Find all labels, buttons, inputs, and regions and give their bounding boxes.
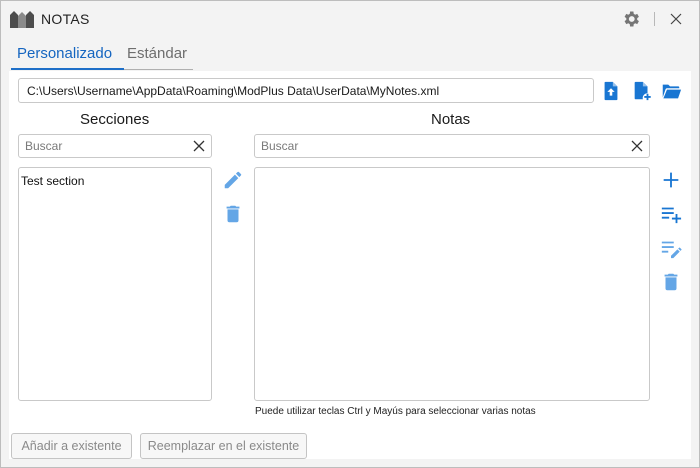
new-file-icon — [634, 81, 651, 101]
edit-list-icon — [661, 241, 682, 259]
sections-search-box — [18, 134, 212, 158]
edit-section-button[interactable] — [222, 169, 244, 191]
notes-window: NOTAS Personalizado Estándar C:\Users\Us… — [0, 0, 700, 468]
notes-list[interactable] — [254, 167, 650, 401]
active-tab-indicator — [11, 68, 124, 70]
upload-file-button[interactable] — [600, 80, 622, 102]
section-list-item[interactable]: Test section — [19, 168, 211, 194]
tab-divider — [124, 69, 193, 70]
title-bar: NOTAS — [1, 1, 699, 37]
file-path-field[interactable]: C:\Users\Username\AppData\Roaming\ModPlu… — [18, 78, 594, 103]
delete-note-button[interactable] — [660, 271, 682, 293]
multi-select-hint: Puede utilizar teclas Ctrl y Mayús para … — [255, 406, 536, 417]
delete-section-button[interactable] — [222, 203, 244, 225]
window-title: NOTAS — [41, 11, 90, 27]
gear-icon[interactable] — [621, 9, 641, 29]
replace-existing-button[interactable]: Reemplazar en el existente — [140, 433, 307, 459]
sections-search-input[interactable] — [19, 135, 211, 157]
new-file-button[interactable] — [631, 80, 653, 102]
add-to-existing-button[interactable]: Añadir a existente — [11, 433, 132, 459]
close-icon[interactable] — [667, 10, 685, 28]
add-note-button[interactable] — [660, 169, 682, 191]
upload-file-icon — [604, 81, 618, 101]
edit-list-note-button[interactable] — [660, 237, 682, 259]
delete-icon — [664, 273, 678, 291]
add-icon — [663, 172, 679, 188]
notes-search-box — [254, 134, 650, 158]
add-list-note-button[interactable] — [660, 203, 682, 225]
notes-title: Notas — [431, 111, 471, 128]
edit-icon — [224, 171, 242, 189]
delete-icon — [226, 205, 240, 223]
title-bar-divider — [654, 12, 655, 26]
open-folder-icon — [661, 84, 682, 99]
sections-title: Secciones — [80, 111, 150, 128]
clear-search-icon[interactable] — [191, 138, 207, 154]
open-folder-button[interactable] — [660, 80, 682, 102]
sections-list[interactable]: Test section — [18, 167, 212, 401]
notes-search-input[interactable] — [255, 135, 649, 157]
add-list-icon — [661, 207, 682, 224]
clear-search-icon[interactable] — [629, 138, 645, 154]
modplus-logo-icon — [10, 11, 34, 28]
tab-personalizado[interactable]: Personalizado — [17, 45, 112, 62]
tab-estandar[interactable]: Estándar — [127, 45, 187, 62]
